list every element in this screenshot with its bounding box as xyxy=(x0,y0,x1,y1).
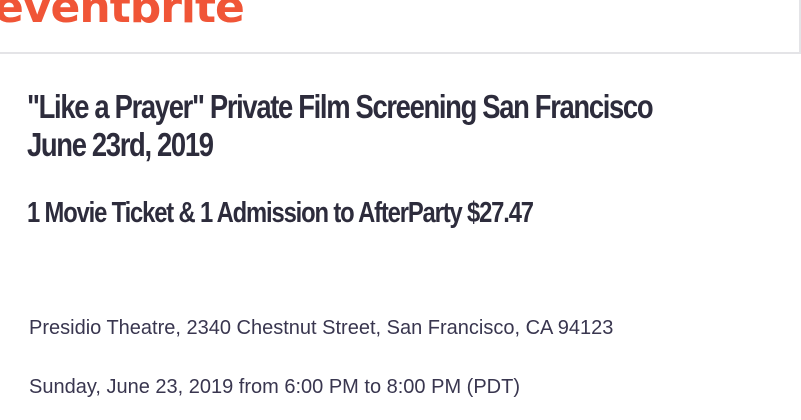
event-datetime: Sunday, June 23, 2019 from 6:00 PM to 8:… xyxy=(29,376,520,398)
ticket-summary: 1 Movie Ticket & 1 Admission to AfterPar… xyxy=(27,197,534,229)
event-title-line-1: "Like a Prayer" Private Film Screening S… xyxy=(27,88,654,125)
event-address: Presidio Theatre, 2340 Chestnut Street, … xyxy=(29,317,614,339)
eventbrite-logo[interactable]: eventbrite xyxy=(0,0,245,30)
event-details: "Like a Prayer" Private Film Screening S… xyxy=(0,54,801,420)
header-bar: eventbrite xyxy=(0,0,801,54)
event-title-line-2: June 23rd, 2019 xyxy=(27,126,214,163)
event-title: "Like a Prayer" Private Film Screening S… xyxy=(27,88,691,164)
